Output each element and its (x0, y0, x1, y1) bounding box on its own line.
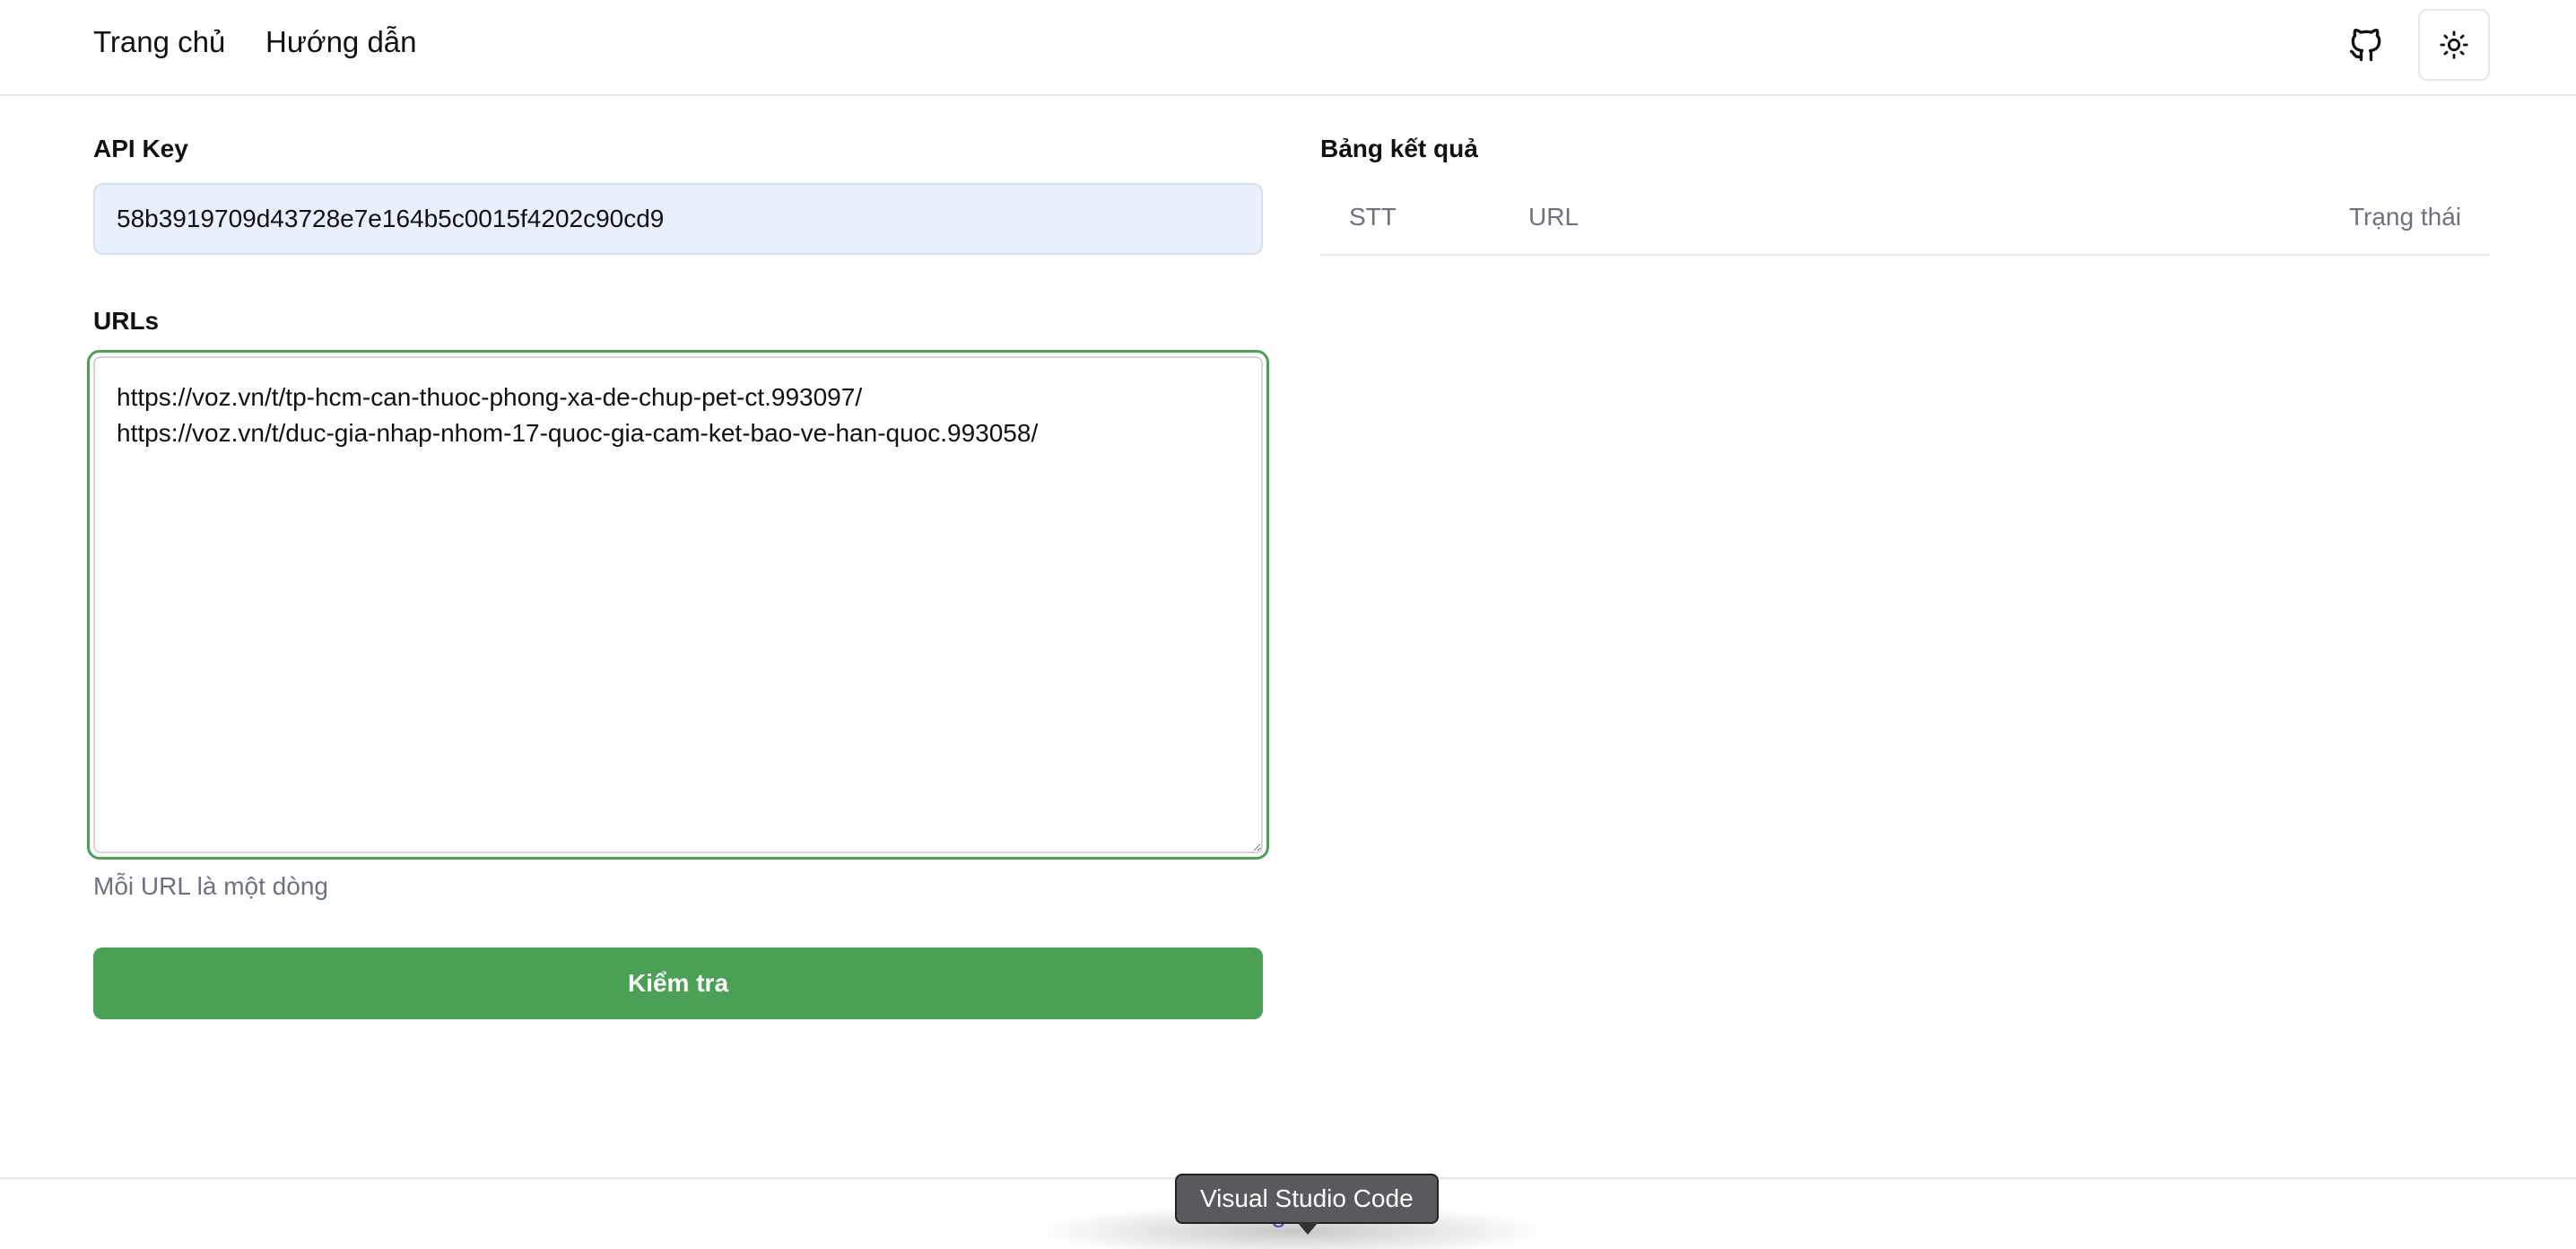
app-tooltip: Visual Studio Code (1175, 1174, 1439, 1224)
top-nav: Trang chủ Hướng dẫn (0, 0, 2576, 96)
results-header-row: STT URL Trạng thái (1320, 179, 2490, 256)
column-header-stt: STT (1320, 179, 1500, 256)
tooltip-arrow (1297, 1222, 1318, 1235)
urls-focus-ring (87, 350, 1269, 860)
theme-toggle-button[interactable] (2418, 9, 2490, 81)
app-page: Trang chủ Hướng dẫn API Key URLs (0, 0, 2576, 1249)
column-header-url: URL (1500, 179, 1884, 256)
urls-textarea[interactable] (93, 356, 1263, 853)
nav-home-link[interactable]: Trang chủ (93, 25, 225, 59)
github-icon (2349, 28, 2381, 62)
sun-icon (2440, 31, 2468, 59)
check-button[interactable]: Kiểm tra (93, 948, 1263, 1019)
urls-hint: Mỗi URL là một dòng (93, 872, 328, 900)
github-link[interactable] (2343, 22, 2389, 68)
column-header-status: Trạng thái (1884, 179, 2490, 256)
urls-label: URLs (93, 307, 160, 335)
results-title: Bảng kết quả (1320, 135, 1478, 162)
api-key-label: API Key (93, 135, 188, 162)
api-key-input[interactable] (93, 183, 1263, 255)
nav-guide-link[interactable]: Hướng dẫn (265, 25, 417, 59)
results-table: STT URL Trạng thái (1320, 179, 2490, 256)
